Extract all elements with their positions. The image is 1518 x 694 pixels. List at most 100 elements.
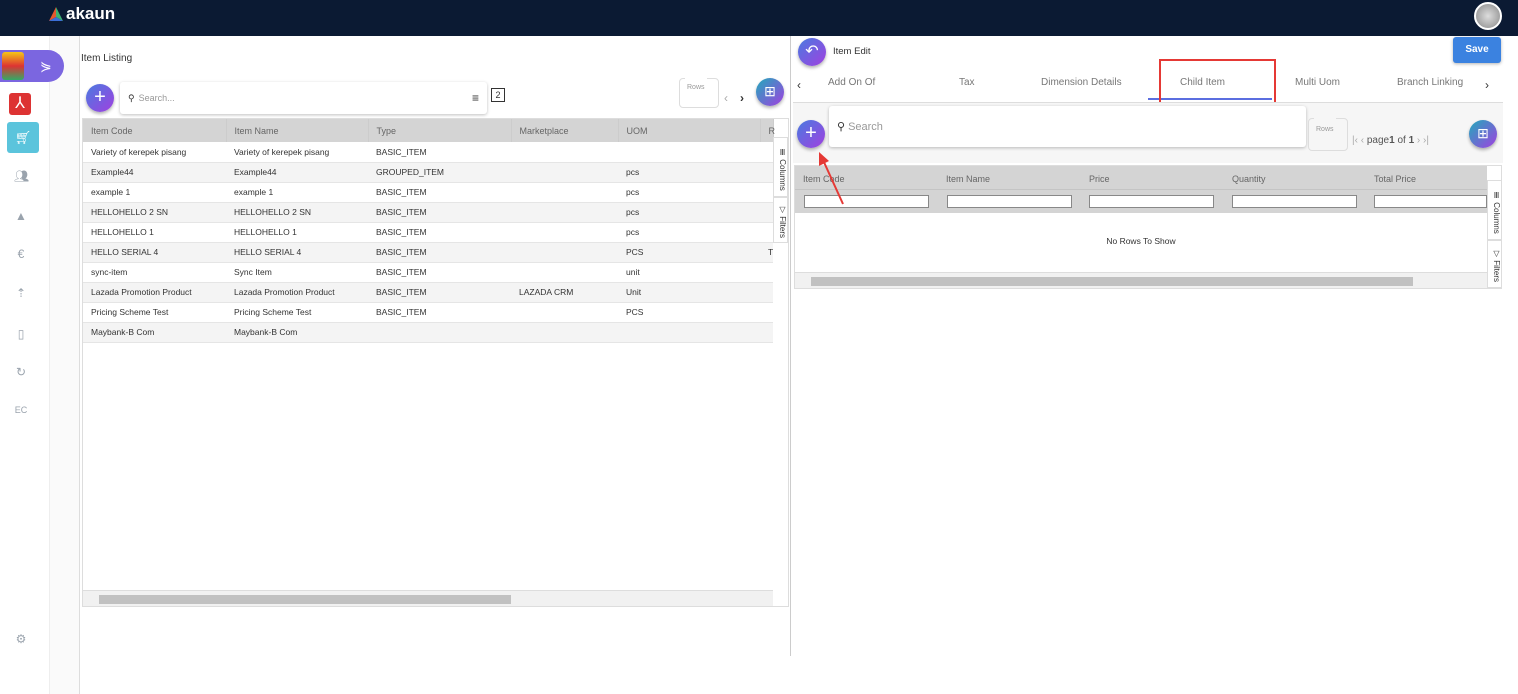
table-cell: [511, 182, 618, 203]
table-cell: [511, 242, 618, 263]
scroll-thumb[interactable]: [811, 277, 1413, 286]
user-avatar[interactable]: [1474, 2, 1502, 30]
document-icon[interactable]: ▯: [14, 328, 28, 340]
prev-page-icon[interactable]: ‹: [724, 91, 728, 105]
col-price[interactable]: Price: [1089, 174, 1110, 184]
add-child-item-button[interactable]: +: [797, 120, 825, 148]
col-item-code[interactable]: Item Code: [83, 119, 227, 142]
next-page-icon[interactable]: ›: [740, 91, 744, 105]
header-divider: [795, 189, 1487, 190]
col-item-name[interactable]: Item Name: [226, 119, 369, 142]
table-cell: [618, 322, 760, 343]
table-row[interactable]: sync-item Sync Item BASIC_ITEM unit: [83, 262, 773, 283]
filter-total-price[interactable]: [1374, 195, 1487, 208]
table-row[interactable]: Maybank-B Com Maybank-B Com: [83, 322, 773, 343]
filter-icon[interactable]: ≡: [472, 91, 479, 105]
search-icon: ⚲: [128, 92, 135, 103]
tab-branch-linking[interactable]: Branch Linking: [1397, 77, 1463, 88]
columns-panel-tab[interactable]: Ⅲ Columns: [1487, 180, 1502, 240]
horizontal-scrollbar[interactable]: [795, 272, 1487, 288]
tab-dimension-details[interactable]: Dimension Details: [1041, 77, 1122, 88]
table-cell: LAZADA CRM: [511, 282, 618, 303]
item-search-input[interactable]: ⚲ Search... ≡: [120, 82, 487, 114]
add-item-button[interactable]: +: [86, 84, 114, 112]
table-cell: HELLO SERIAL 4: [83, 242, 226, 263]
back-button[interactable]: ↶: [798, 38, 826, 66]
col-quantity[interactable]: Quantity: [1232, 174, 1266, 184]
rows-label: Rows: [685, 73, 707, 103]
save-button[interactable]: Save: [1453, 37, 1501, 63]
table-cell: Maybank-B Com: [226, 322, 368, 343]
child-item-grid: Item Code Item Name Price Quantity Total…: [794, 165, 1502, 289]
table-row[interactable]: example 1 example 1 BASIC_ITEM pcs: [83, 182, 773, 203]
table-cell: [511, 322, 618, 343]
cart-icon[interactable]: 🛒︎: [7, 122, 39, 153]
col-type[interactable]: Type: [368, 119, 512, 142]
first-page-icon[interactable]: |‹: [1352, 135, 1358, 146]
filter-price[interactable]: [1089, 195, 1214, 208]
ec-icon[interactable]: EC: [14, 404, 28, 416]
table-cell: HELLOHELLO 1: [83, 222, 226, 243]
shapes-icon[interactable]: ▲: [14, 210, 28, 222]
scroll-thumb[interactable]: [99, 595, 511, 604]
table-cell: [760, 162, 773, 183]
table-row[interactable]: HELLOHELLO 2 SN HELLOHELLO 2 SN BASIC_ITEM…: [83, 202, 773, 223]
module-logo-icon: [2, 52, 24, 80]
rows-select[interactable]: Rows10 ▾: [1308, 113, 1348, 151]
columns-panel-tab[interactable]: Ⅲ Columns: [773, 137, 788, 197]
col-item-name[interactable]: Item Name: [946, 174, 990, 184]
table-row[interactable]: Pricing Scheme Test Pricing Scheme Test BA…: [83, 302, 773, 323]
next-page-icon[interactable]: ›: [1417, 135, 1420, 146]
table-cell: BASIC_ITEM: [368, 242, 511, 263]
upload-icon[interactable]: ⇡: [14, 287, 28, 299]
filters-panel-tab[interactable]: ▽ Filters: [773, 197, 788, 243]
table-cell: BASIC_ITEM: [368, 182, 511, 203]
users-icon[interactable]: 👥︎: [14, 170, 29, 182]
settings-icon[interactable]: ⚙: [14, 633, 28, 645]
prev-page-icon[interactable]: ‹: [1361, 135, 1364, 146]
refresh-icon[interactable]: ↻: [14, 366, 28, 378]
filters-panel-tab[interactable]: ▽ Filters: [1487, 240, 1502, 288]
table-cell: pcs: [618, 202, 760, 223]
akaun-logo-icon: [49, 7, 63, 21]
table-cell: BASIC_ITEM: [368, 222, 511, 243]
tab-tax[interactable]: Tax: [959, 77, 975, 88]
app-logo[interactable]: akaun: [48, 4, 115, 24]
table-row[interactable]: Variety of kerepek pisang Variety of kere…: [83, 142, 773, 163]
table-cell: [760, 322, 773, 343]
horizontal-scrollbar[interactable]: [83, 590, 773, 606]
col-total-price[interactable]: Total Price: [1374, 174, 1416, 184]
filter-quantity[interactable]: [1232, 195, 1357, 208]
tabs-next-icon[interactable]: ›: [1485, 78, 1489, 92]
table-cell: [511, 262, 618, 283]
table-row[interactable]: Example44 Example44 GROUPED_ITEM pcs: [83, 162, 773, 183]
table-cell: [618, 142, 760, 163]
table-cell: BASIC_ITEM: [368, 202, 511, 223]
last-page-icon[interactable]: ›|: [1423, 135, 1429, 146]
table-cell: BASIC_ITEM: [368, 262, 511, 283]
filter-item-name[interactable]: [947, 195, 1072, 208]
col-uom[interactable]: UOM: [618, 119, 761, 142]
tab-multi-uom[interactable]: Multi Uom: [1295, 77, 1340, 88]
col-marketplace[interactable]: Marketplace: [511, 119, 619, 142]
table-cell: [760, 182, 773, 203]
columns-label: Columns: [778, 158, 787, 191]
euro-icon[interactable]: €: [14, 248, 28, 260]
table-cell: Example44: [83, 162, 226, 183]
col-r[interactable]: R: [760, 119, 775, 142]
table-row[interactable]: HELLO SERIAL 4 HELLO SERIAL 4 BASIC_ITEM PC…: [83, 242, 773, 263]
table-row[interactable]: HELLOHELLO 1 HELLOHELLO 1 BASIC_ITEM pcs: [83, 222, 773, 243]
top-bar: [0, 0, 1518, 36]
table-cell: Unit: [618, 282, 760, 303]
table-row[interactable]: Lazada Promotion Product Lazada Promotion…: [83, 282, 773, 303]
tab-add-on-of[interactable]: Add On Of: [828, 77, 875, 88]
grid-view-button[interactable]: ⊞: [756, 78, 784, 106]
rows-select[interactable]: Rows10 ▾: [679, 73, 719, 108]
search-placeholder: Search...: [138, 93, 175, 103]
grid-view-button[interactable]: ⊞: [1469, 120, 1497, 148]
table-cell: Maybank-B Com: [83, 322, 226, 343]
copy-icon[interactable]: 2: [491, 88, 505, 102]
child-search-input[interactable]: ⚲ Search: [829, 106, 1306, 147]
app-red-icon[interactable]: ⅄: [9, 93, 31, 115]
tabs-prev-icon[interactable]: ‹: [797, 78, 801, 92]
